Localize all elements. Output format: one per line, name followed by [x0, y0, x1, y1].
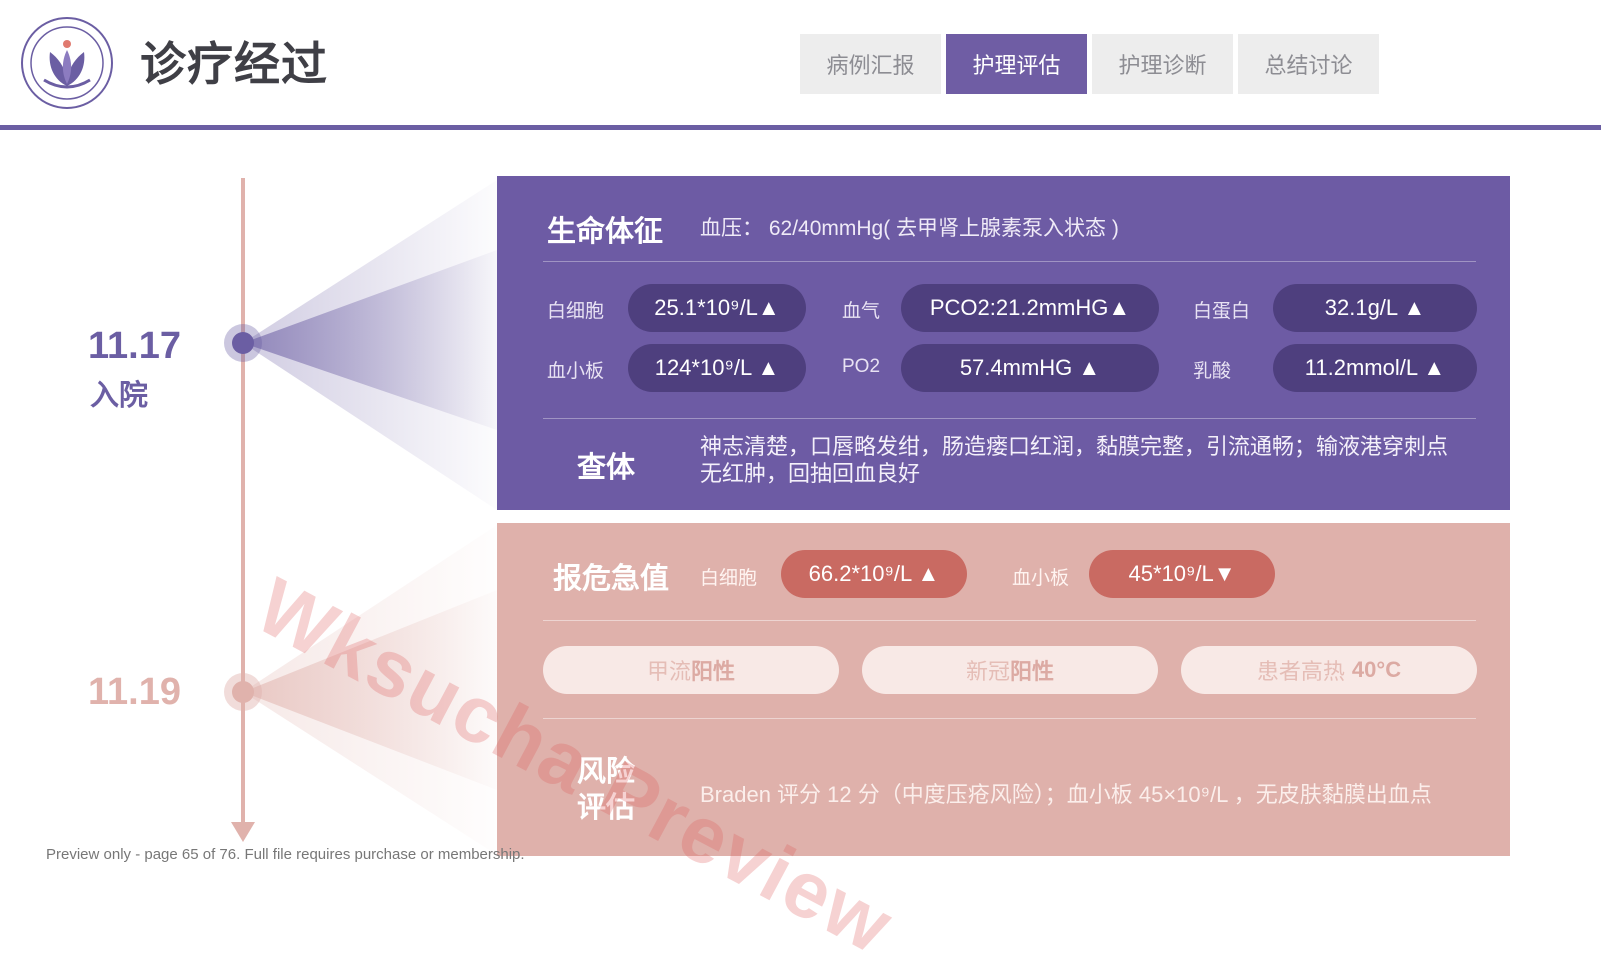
lab-value-platelet: 124*10⁹/L ▲: [628, 344, 806, 392]
tab-bar: 病例汇报 护理评估 护理诊断 总结讨论: [800, 34, 1379, 94]
critical-title: 报危急值: [553, 561, 670, 595]
preview-footer: Preview only - page 65 of 76. Full file …: [46, 846, 525, 863]
tab-case-report[interactable]: 病例汇报: [800, 34, 941, 94]
admission-panel: 生命体征 血压： 62/40mmHg( 去甲肾上腺素泵入状态 ) 白细胞 25.…: [497, 176, 1510, 510]
timeline-graphic: [224, 178, 497, 855]
lab-label-wbc: 白细胞: [547, 301, 605, 322]
timeline-arrow: [231, 822, 255, 842]
exam-text: 神志清楚，口唇略发绀，肠造瘘口红润，黏膜完整，引流通畅；输液港穿刺点无红肿，回抽…: [700, 435, 1449, 487]
timeline-date-1119: 11.19: [88, 671, 181, 713]
lab-value-po2: 57.4mmHG ▲: [901, 344, 1159, 392]
tab-nursing-assessment[interactable]: 护理评估: [946, 34, 1087, 94]
tab-summary[interactable]: 总结讨论: [1238, 34, 1379, 94]
lab-value-albumin: 32.1g/L ▲: [1273, 284, 1477, 332]
lab-label-platelet: 血小板: [547, 361, 605, 382]
blood-pressure-text: 血压： 62/40mmHg( 去甲肾上腺素泵入状态 ): [700, 217, 1119, 240]
lab-label-po2: PO2: [842, 356, 881, 377]
timeline-node-1117: [232, 332, 254, 354]
tag-covid-positive: 新冠 阳性: [862, 646, 1158, 694]
timeline-date-1117: 11.17: [88, 325, 181, 367]
risk-divider: [543, 718, 1476, 719]
lab-value-pco2: PCO2:21.2mmHG▲: [901, 284, 1159, 332]
critical-divider: [543, 620, 1476, 621]
lab-label-lactate: 乳酸: [1193, 361, 1232, 382]
critical-label-platelet: 血小板: [1012, 568, 1070, 589]
critical-label-wbc: 白细胞: [700, 568, 758, 589]
timeline-date-1117-label: 入院: [90, 378, 149, 412]
lab-value-lactate: 11.2mmol/L ▲: [1273, 344, 1477, 392]
tab-nursing-diagnosis[interactable]: 护理诊断: [1092, 34, 1233, 94]
exam-divider: [543, 418, 1476, 419]
lab-value-wbc: 25.1*10⁹/L▲: [628, 284, 806, 332]
lab-label-blood-gas: 血气: [842, 301, 881, 322]
exam-title: 查体: [577, 450, 636, 484]
hospital-logo: [20, 16, 114, 110]
vitals-title: 生命体征: [547, 214, 664, 248]
tag-influenza-positive: 甲流 阳性: [543, 646, 839, 694]
risk-text: Braden 评分 12 分（中度压疮风险）；血小板 45×10⁹/L ，无皮肤…: [700, 782, 1432, 807]
hospital-seal-icon: [21, 17, 113, 109]
timeline-node-1119: [232, 681, 254, 703]
page-title: 诊疗经过: [140, 37, 328, 91]
critical-value-platelet: 45*10⁹/L▼: [1089, 550, 1275, 598]
vitals-divider: [543, 261, 1476, 262]
tag-high-fever: 患者高热 40°C: [1181, 646, 1477, 694]
critical-value-wbc: 66.2*10⁹/L ▲: [781, 550, 967, 598]
lab-label-albumin: 白蛋白: [1193, 301, 1251, 322]
